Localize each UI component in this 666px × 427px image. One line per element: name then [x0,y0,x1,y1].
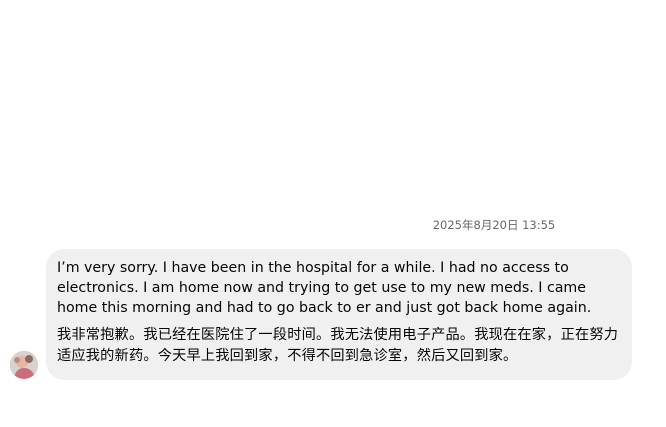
avatar-photo-icon [10,351,38,379]
message-timestamp: 2025年8月20日 13:55 [432,218,556,232]
message-text-english: I’m very sorry. I have been in the hospi… [57,260,592,316]
contact-avatar[interactable] [10,351,38,379]
message-text-chinese-translation: 我非常抱歉。我已经在医院住了一段时间。我无法使用电子产品。我现在在家，正在努力适… [57,327,619,364]
incoming-message-bubble[interactable]: I’m very sorry. I have been in the hospi… [46,249,632,380]
chat-message-area: 2025年8月20日 13:55 I’m very sorry. I have … [0,0,666,427]
